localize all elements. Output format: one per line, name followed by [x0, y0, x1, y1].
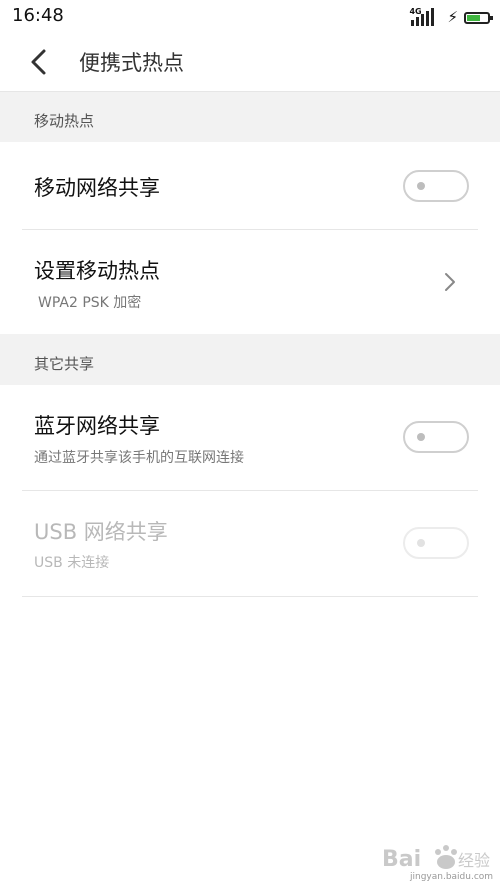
status-time: 16:48	[12, 5, 64, 26]
toggle-knob	[417, 433, 425, 441]
row-bluetooth-sharing[interactable]: 蓝牙网络共享 通过蓝牙共享该手机的互联网连接	[0, 385, 500, 490]
svg-text:Bai: Bai	[382, 847, 421, 872]
signal-icon: 4G	[409, 8, 437, 26]
section-header-other-sharing: 其它共享	[0, 334, 500, 385]
network-type-label: 4G	[409, 7, 422, 16]
watermark-url: jingyan.baidu.com	[410, 872, 494, 882]
mobile-network-sharing-toggle[interactable]	[403, 170, 469, 202]
svg-text:经验: 经验	[458, 851, 490, 870]
battery-icon	[464, 12, 493, 24]
chevron-left-icon	[31, 49, 46, 75]
status-bar: 16:48 4G ⚡	[0, 0, 500, 34]
chevron-right-icon	[445, 273, 455, 291]
page-title: 便携式热点	[79, 51, 184, 75]
row-usb-sharing: USB 网络共享 USB 未连接	[0, 491, 500, 596]
row-configure-hotspot[interactable]: 设置移动热点 WPA2 PSK 加密	[0, 230, 500, 334]
section-label: 其它共享	[34, 355, 95, 373]
bluetooth-sharing-toggle[interactable]	[403, 421, 469, 453]
row-title: 蓝牙网络共享	[34, 414, 160, 438]
app-header: 便携式热点	[0, 34, 500, 92]
row-subtitle: WPA2 PSK 加密	[38, 295, 142, 311]
section-label: 移动热点	[34, 112, 95, 130]
charging-icon: ⚡	[447, 8, 458, 26]
row-subtitle: USB 未连接	[34, 555, 110, 571]
back-button[interactable]	[22, 44, 58, 80]
toggle-knob	[417, 182, 425, 190]
row-title: USB 网络共享	[34, 520, 168, 544]
usb-sharing-toggle	[403, 527, 469, 559]
section-header-hotspot: 移动热点	[0, 92, 500, 142]
row-title: 移动网络共享	[34, 176, 160, 200]
toggle-knob	[417, 539, 425, 547]
row-mobile-network-sharing[interactable]: 移动网络共享	[0, 142, 500, 229]
divider	[22, 596, 478, 597]
status-icons: 4G ⚡	[409, 6, 493, 26]
row-subtitle: 通过蓝牙共享该手机的互联网连接	[34, 450, 244, 466]
row-title: 设置移动热点	[34, 259, 160, 283]
